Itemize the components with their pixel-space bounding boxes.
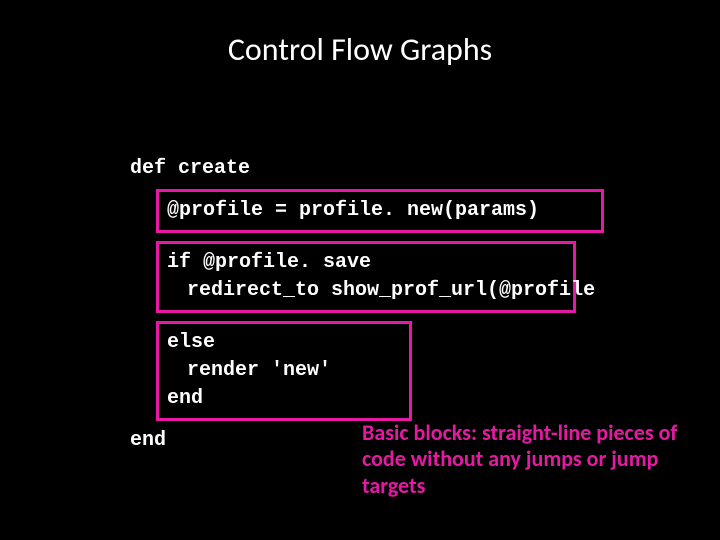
basic-block-3: else render 'new' end <box>156 321 412 421</box>
code-region: def create @profile = profile. new(param… <box>130 155 610 455</box>
code-line: @profile = profile. new(params) <box>167 197 593 225</box>
basic-block-1: @profile = profile. new(params) <box>156 189 604 233</box>
callout-basic-blocks: Basic blocks: straight-line pieces of co… <box>362 420 697 499</box>
code-def: def create <box>130 155 610 183</box>
page-title: Control Flow Graphs <box>0 30 720 69</box>
code-line: redirect_to show_prof_url(@profile <box>167 277 565 305</box>
slide: Control Flow Graphs def create @profile … <box>0 0 720 540</box>
basic-block-2: if @profile. save redirect_to show_prof_… <box>156 241 576 313</box>
code-line: render 'new' <box>167 357 401 385</box>
code-line: if @profile. save <box>167 249 565 277</box>
code-line: else <box>167 329 401 357</box>
code-line: end <box>167 385 401 413</box>
